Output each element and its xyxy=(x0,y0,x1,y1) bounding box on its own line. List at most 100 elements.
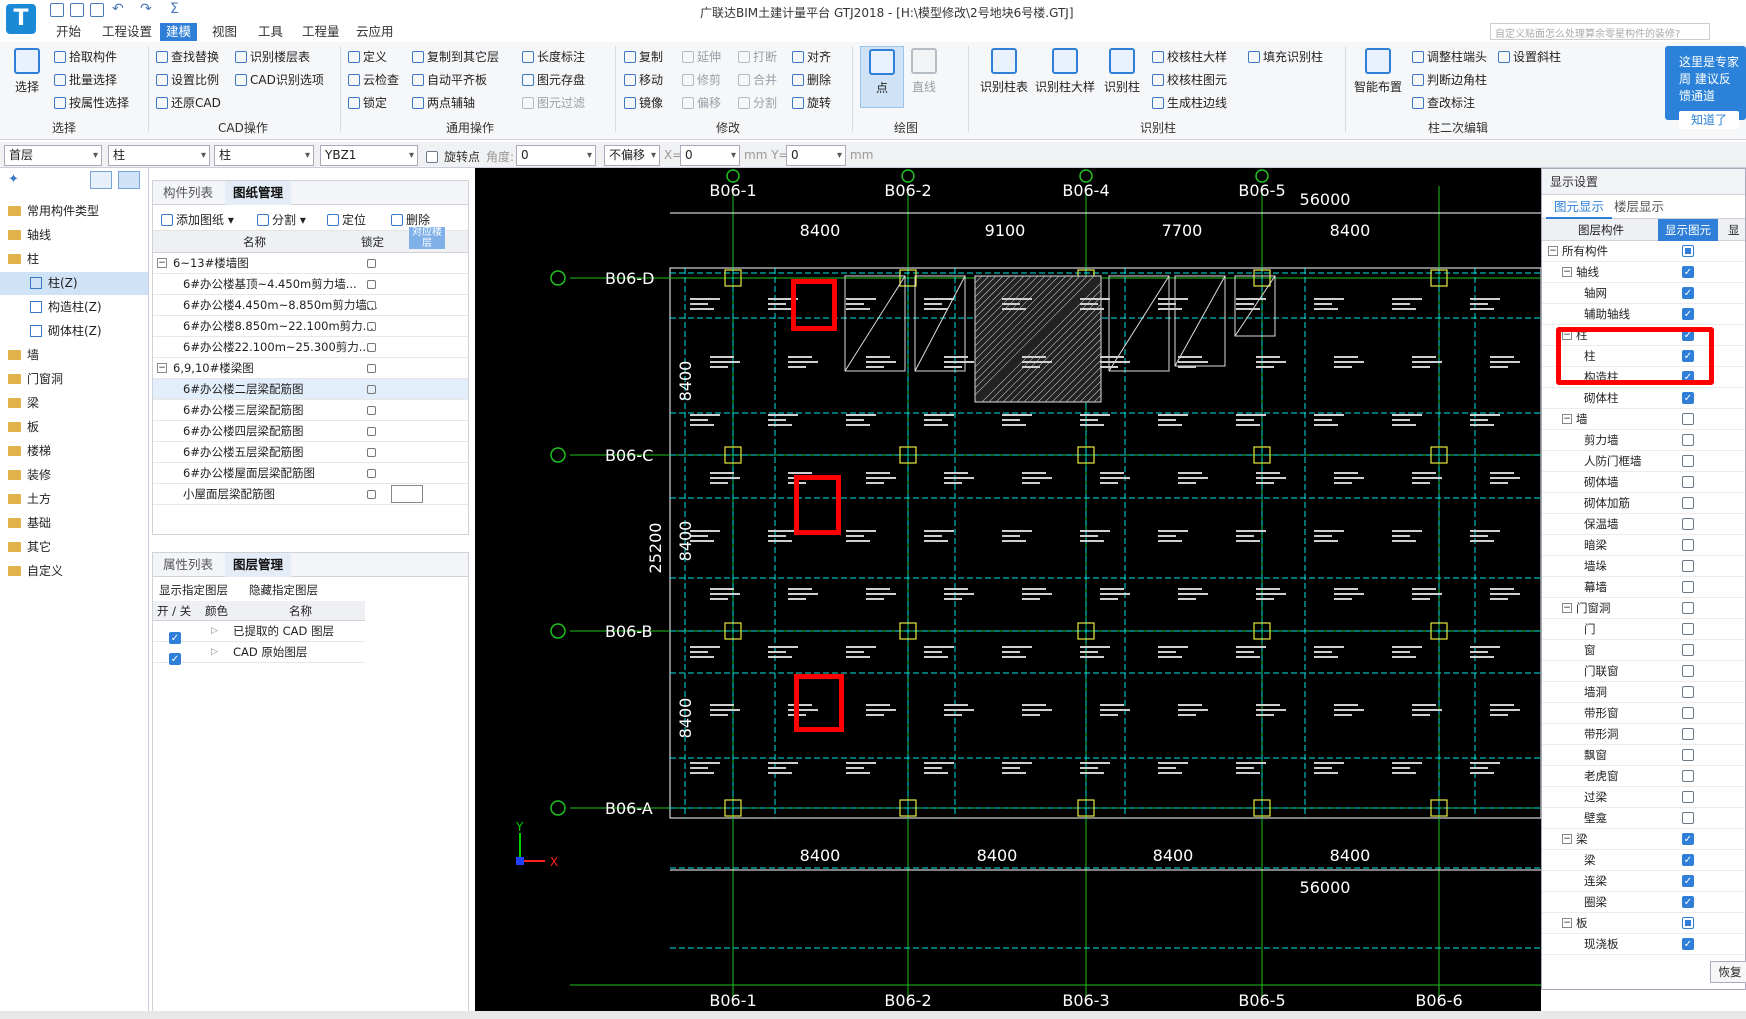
show-element-checkbox[interactable]: ✓ xyxy=(1682,308,1694,320)
split-button[interactable]: 分割 xyxy=(738,94,777,111)
display-layer-row[interactable]: 幕墙 xyxy=(1542,577,1745,598)
nav-constructional-column[interactable]: 构造柱(Z) xyxy=(0,296,148,319)
display-layer-row[interactable]: − 轴线 ✓ xyxy=(1542,262,1745,283)
display-layer-row[interactable]: 暗梁 xyxy=(1542,535,1745,556)
lock-icon[interactable] xyxy=(367,259,376,268)
display-layer-row[interactable]: 人防门框墙 xyxy=(1542,451,1745,472)
define-button[interactable]: 定义 xyxy=(348,48,387,65)
batch-select-button[interactable]: 批量选择 xyxy=(54,71,117,88)
display-layer-row[interactable]: − 梁 ✓ xyxy=(1542,829,1745,850)
nav-common-types[interactable]: 常用构件类型 xyxy=(0,200,148,223)
tab-element-display[interactable]: 图元显示 xyxy=(1546,195,1613,219)
show-element-checkbox[interactable] xyxy=(1682,770,1694,782)
display-layer-row[interactable]: 梁 ✓ xyxy=(1542,850,1745,871)
display-layer-row[interactable]: − 板 xyxy=(1542,913,1745,934)
show-element-checkbox[interactable] xyxy=(1682,791,1694,803)
tab-layer-management[interactable]: 图层管理 xyxy=(225,553,292,577)
find-replace-button[interactable]: 查找替换 xyxy=(156,48,219,65)
display-layer-row[interactable]: − 门窗洞 xyxy=(1542,598,1745,619)
restore-cad-button[interactable]: 还原CAD xyxy=(156,94,221,111)
nav-column-z[interactable]: 柱(Z) xyxy=(0,272,148,295)
lock-icon[interactable] xyxy=(367,364,376,373)
lock-icon[interactable] xyxy=(367,406,376,415)
delete-drawing-button[interactable]: 删除 xyxy=(391,211,430,228)
menu-quantity[interactable]: 工程量 xyxy=(296,23,346,41)
offset-select[interactable]: 不偏移 xyxy=(604,145,660,166)
lock-icon[interactable] xyxy=(367,427,376,436)
show-layer-button[interactable]: 显示指定图层 xyxy=(159,582,228,598)
nav-foundation[interactable]: 基础 xyxy=(0,512,148,535)
nav-slab[interactable]: 板 xyxy=(0,416,148,439)
collapse-icon[interactable]: − xyxy=(1548,246,1558,256)
lock-icon[interactable] xyxy=(367,343,376,352)
break-button[interactable]: 打断 xyxy=(738,48,777,65)
adjust-column-end-button[interactable]: 调整柱端头 xyxy=(1412,48,1487,65)
length-dim-button[interactable]: 长度标注 xyxy=(522,48,585,65)
show-element-checkbox[interactable] xyxy=(1682,476,1694,488)
delete-button[interactable]: 删除 xyxy=(792,71,831,88)
component-select[interactable]: YBZ1 xyxy=(320,145,418,166)
auto-flush-slab-button[interactable]: 自动平齐板 xyxy=(412,71,487,88)
rotate-point-checkbox[interactable] xyxy=(426,150,438,164)
point-draw-button[interactable]: 点 xyxy=(860,46,904,108)
drawing-row[interactable]: 6#办公楼四层梁配筋图 xyxy=(153,421,468,442)
check-column-detail-button[interactable]: 校核柱大样 xyxy=(1152,48,1227,65)
show-element-checkbox[interactable] xyxy=(1682,434,1694,446)
collapse-icon[interactable]: − xyxy=(1562,834,1572,844)
cad-options-button[interactable]: CAD识别选项 xyxy=(235,71,324,88)
align-button[interactable]: 对齐 xyxy=(792,48,831,65)
drawing-row[interactable]: 6#办公楼五层梁配筋图 xyxy=(153,442,468,463)
select-by-attr-button[interactable]: 按属性选择 xyxy=(54,94,129,111)
display-layer-row[interactable]: 门联窗 xyxy=(1542,661,1745,682)
drawing-row[interactable]: 小屋面层梁配筋图 xyxy=(153,484,468,505)
drawing-row[interactable]: 6#办公楼二层梁配筋图 xyxy=(153,379,468,400)
show-element-checkbox[interactable] xyxy=(1682,245,1694,257)
x-input[interactable]: 0 xyxy=(680,145,740,166)
recognize-column-table-button[interactable]: 识别柱表 xyxy=(978,48,1030,95)
check-column-element-button[interactable]: 校核柱图元 xyxy=(1152,71,1227,88)
offset-button[interactable]: 偏移 xyxy=(682,94,721,111)
drawing-row[interactable]: 6#办公楼4.450m~8.850m剪力墙... xyxy=(153,295,468,316)
show-element-checkbox[interactable] xyxy=(1682,728,1694,740)
floor-select[interactable]: 首层 xyxy=(4,145,102,166)
menu-tools[interactable]: 工具 xyxy=(252,23,289,41)
nav-wall[interactable]: 墙 xyxy=(0,344,148,367)
display-layer-row[interactable]: 辅助轴线 ✓ xyxy=(1542,304,1745,325)
nav-other[interactable]: 其它 xyxy=(0,536,148,559)
display-layer-row[interactable]: 剪力墙 xyxy=(1542,430,1745,451)
show-element-checkbox[interactable] xyxy=(1682,560,1694,572)
lock-button[interactable]: 锁定 xyxy=(348,94,387,111)
layer-toggle-checkbox[interactable]: ✓ xyxy=(169,646,181,667)
smart-layout-button[interactable]: 智能布置 xyxy=(1350,48,1406,95)
show-element-checkbox[interactable] xyxy=(1682,665,1694,677)
pick-component-button[interactable]: 拾取构件 xyxy=(54,48,117,65)
copy-button[interactable]: 复制 xyxy=(624,48,663,65)
show-element-checkbox[interactable]: ✓ xyxy=(1682,875,1694,887)
show-element-checkbox[interactable] xyxy=(1682,497,1694,509)
menu-project-settings[interactable]: 工程设置 xyxy=(96,23,158,41)
display-layer-row[interactable]: 门 xyxy=(1542,619,1745,640)
nav-stair[interactable]: 楼梯 xyxy=(0,440,148,463)
open-icon[interactable] xyxy=(90,3,104,17)
display-layer-row[interactable]: 连梁 ✓ xyxy=(1542,871,1745,892)
show-element-checkbox[interactable]: ✓ xyxy=(1682,896,1694,908)
tab-component-list[interactable]: 构件列表 xyxy=(155,181,221,205)
show-element-checkbox[interactable] xyxy=(1682,644,1694,656)
display-layer-row[interactable]: 窗 xyxy=(1542,640,1745,661)
nav-beam[interactable]: 梁 xyxy=(0,392,148,415)
show-element-checkbox[interactable]: ✓ xyxy=(1682,833,1694,845)
display-layer-row[interactable]: 壁龛 xyxy=(1542,808,1745,829)
save-icon[interactable] xyxy=(50,3,64,17)
menu-start[interactable]: 开始 xyxy=(50,23,87,41)
tab-drawing-management[interactable]: 图纸管理 xyxy=(225,181,292,205)
display-layer-row[interactable]: 老虎窗 xyxy=(1542,766,1745,787)
lock-icon[interactable] xyxy=(367,490,376,499)
locate-button[interactable]: 定位 xyxy=(327,211,366,228)
nav-axis[interactable]: 轴线 xyxy=(0,224,148,247)
split-drawing-button[interactable]: 分割 ▾ xyxy=(257,211,306,228)
collapse-icon[interactable]: − xyxy=(1562,267,1572,277)
redo-icon[interactable]: ↷ xyxy=(140,1,152,17)
move-button[interactable]: 移动 xyxy=(624,71,663,88)
save-element-button[interactable]: 图元存盘 xyxy=(522,71,585,88)
display-layer-row[interactable]: 保温墙 xyxy=(1542,514,1745,535)
